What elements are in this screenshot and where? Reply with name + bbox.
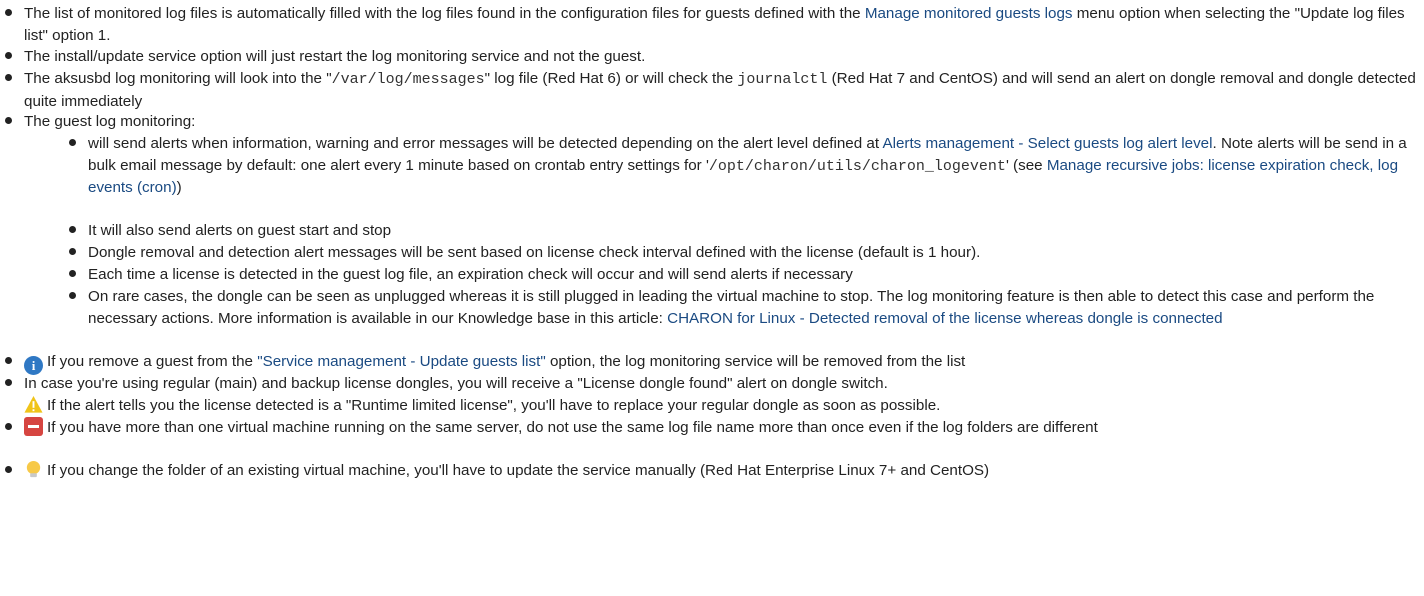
- item-text: If you change the folder of an existing …: [47, 462, 990, 479]
- item-text: The aksusbd log monitoring will look int…: [24, 70, 332, 87]
- item-text: If you remove a guest from the: [47, 353, 258, 370]
- warning-note: If the alert tells you the license detec…: [24, 395, 1416, 417]
- item-text: " log file (Red Hat 6) or will check the: [484, 70, 738, 87]
- bullet: [5, 423, 12, 430]
- manage-monitored-guests-logs-link[interactable]: Manage monitored guests logs: [865, 5, 1073, 22]
- bullet: [5, 52, 12, 59]
- item-text: Dongle removal and detection alert messa…: [88, 244, 981, 261]
- warning-icon: [24, 395, 43, 413]
- bullet: [5, 466, 12, 473]
- alerts-management-link[interactable]: Alerts management - Select guests log al…: [882, 135, 1212, 152]
- list-item: The guest log monitoring:: [5, 111, 1416, 133]
- item-text: option, the log monitoring service will …: [545, 353, 966, 370]
- bullet: [69, 292, 76, 299]
- bullet: [5, 9, 12, 16]
- code-path: /var/log/messages: [331, 71, 485, 88]
- bullet: [5, 117, 12, 124]
- code-command: journalctl: [737, 71, 828, 88]
- item-text: The list of monitored log files is autom…: [24, 5, 865, 22]
- list-item: If you have more than one virtual machin…: [5, 417, 1416, 439]
- sub-list-item: Each time a license is detected in the g…: [69, 264, 1416, 286]
- list-item: The list of monitored log files is autom…: [5, 3, 1416, 46]
- list-item: If you change the folder of an existing …: [5, 460, 1416, 482]
- sub-list-item: On rare cases, the dongle can be seen as…: [69, 286, 1416, 329]
- item-text: ' (see: [1005, 156, 1047, 174]
- sub-list-item: Dongle removal and detection alert messa…: [69, 242, 1416, 264]
- service-management-link[interactable]: "Service management - Update guests list…: [257, 353, 546, 370]
- item-text: Each time a license is detected in the g…: [88, 266, 853, 283]
- item-text: It will also send alerts on guest start …: [88, 222, 392, 239]
- item-text: If the alert tells you the license detec…: [47, 397, 941, 414]
- bullet: [5, 379, 12, 386]
- list-item: The aksusbd log monitoring will look int…: [5, 68, 1416, 112]
- item-text: If you have more than one virtual machin…: [47, 419, 1098, 436]
- list-item: In case you're using regular (main) and …: [5, 373, 1416, 395]
- lightbulb-icon: [26, 460, 41, 478]
- sub-list-item: will send alerts when information, warni…: [69, 133, 1416, 199]
- bullet: [5, 74, 12, 81]
- item-text: ): [176, 179, 182, 196]
- item-text: In case you're using regular (main) and …: [24, 375, 888, 392]
- bullet: [5, 357, 12, 364]
- bullet: [69, 270, 76, 277]
- charon-linux-kb-link[interactable]: CHARON for Linux - Detected removal of t…: [667, 310, 1222, 327]
- code-path: /opt/charon/utils/charon_logevent: [708, 157, 1006, 175]
- sub-list-item: It will also send alerts on guest start …: [69, 220, 1416, 242]
- item-text: will send alerts when information, warni…: [88, 135, 883, 152]
- list-item: The install/update service option will j…: [5, 46, 1416, 68]
- bullet: [69, 226, 76, 233]
- item-text: The guest log monitoring:: [24, 113, 196, 130]
- item-text: The install/update service option will j…: [24, 48, 646, 65]
- list-item: i If you remove a guest from the "Service…: [5, 351, 1416, 375]
- bullet: [69, 139, 76, 146]
- bullet: [69, 248, 76, 255]
- remove-icon: [24, 417, 43, 436]
